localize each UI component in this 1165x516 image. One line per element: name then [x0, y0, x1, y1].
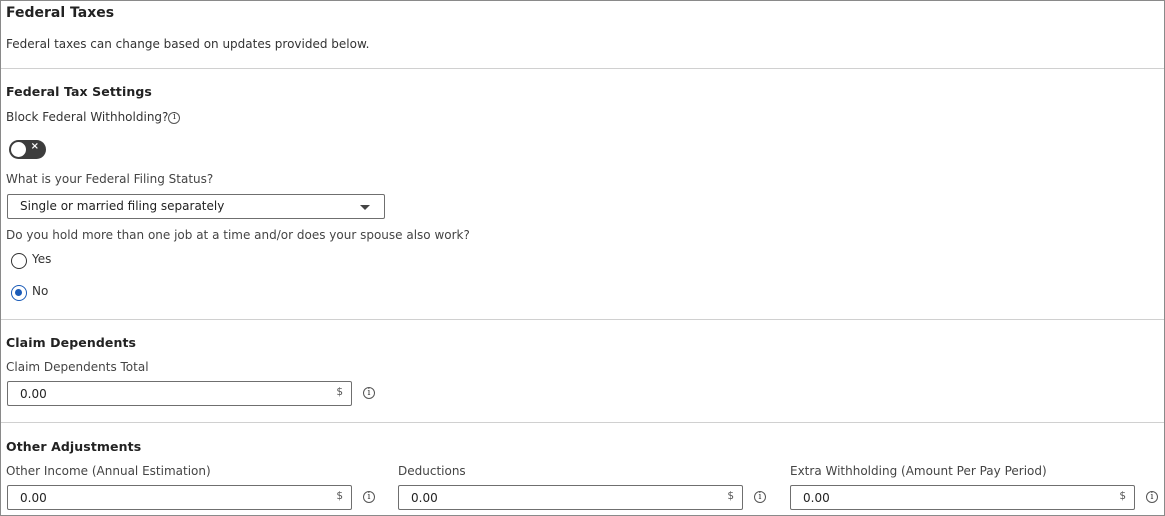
- block-withholding-toggle[interactable]: ×: [9, 140, 46, 159]
- info-circle-icon[interactable]: i: [363, 491, 375, 503]
- divider: [1, 422, 1164, 423]
- radio-no[interactable]: [11, 285, 27, 301]
- filing-status-select[interactable]: Single or married filing separately: [7, 194, 385, 219]
- other-adjustments-heading: Other Adjustments: [6, 439, 142, 454]
- filing-status-label: What is your Federal Filing Status?: [6, 172, 214, 186]
- extra-withholding-label: Extra Withholding (Amount Per Pay Period…: [790, 464, 1047, 478]
- claim-dependents-heading: Claim Dependents: [6, 335, 137, 350]
- currency-unit: $: [1119, 490, 1126, 502]
- page-description: Federal taxes can change based on update…: [6, 37, 370, 51]
- toggle-knob: [10, 141, 27, 158]
- filing-status-value: Single or married filing separately: [20, 199, 225, 213]
- other-income-label: Other Income (Annual Estimation): [6, 464, 211, 478]
- page-title: Federal Taxes: [6, 5, 115, 21]
- other-income-input[interactable]: 0.00 $: [7, 485, 352, 510]
- currency-unit: $: [336, 490, 343, 502]
- input-value: 0.00: [411, 491, 438, 505]
- block-withholding-label: Block Federal Withholding? i: [6, 110, 181, 124]
- input-value: 0.00: [20, 387, 47, 401]
- close-icon: ×: [30, 141, 39, 152]
- deductions-input[interactable]: 0.00 $: [398, 485, 743, 510]
- currency-unit: $: [336, 386, 343, 398]
- extra-withholding-input[interactable]: 0.00 $: [790, 485, 1135, 510]
- caret-down-icon: [360, 205, 370, 210]
- input-value: 0.00: [20, 491, 47, 505]
- federal-taxes-panel: Federal Taxes Federal taxes can change b…: [0, 0, 1165, 516]
- federal-tax-settings-heading: Federal Tax Settings: [6, 84, 152, 99]
- info-circle-icon[interactable]: i: [363, 387, 375, 399]
- info-circle-icon[interactable]: i: [1146, 491, 1158, 503]
- input-value: 0.00: [803, 491, 830, 505]
- radio-yes-label[interactable]: Yes: [32, 252, 51, 266]
- radio-yes[interactable]: [11, 253, 27, 269]
- claim-dependents-total-label: Claim Dependents Total: [6, 360, 149, 374]
- block-withholding-label-text: Block Federal Withholding?: [6, 110, 169, 124]
- info-circle-icon[interactable]: i: [754, 491, 766, 503]
- radio-no-label[interactable]: No: [32, 284, 48, 298]
- divider: [1, 68, 1164, 69]
- currency-unit: $: [727, 490, 734, 502]
- divider: [1, 319, 1164, 320]
- deductions-label: Deductions: [398, 464, 466, 478]
- info-circle-icon[interactable]: i: [168, 111, 181, 124]
- claim-dependents-total-input[interactable]: 0.00 $: [7, 381, 352, 406]
- multiple-jobs-question: Do you hold more than one job at a time …: [6, 228, 470, 242]
